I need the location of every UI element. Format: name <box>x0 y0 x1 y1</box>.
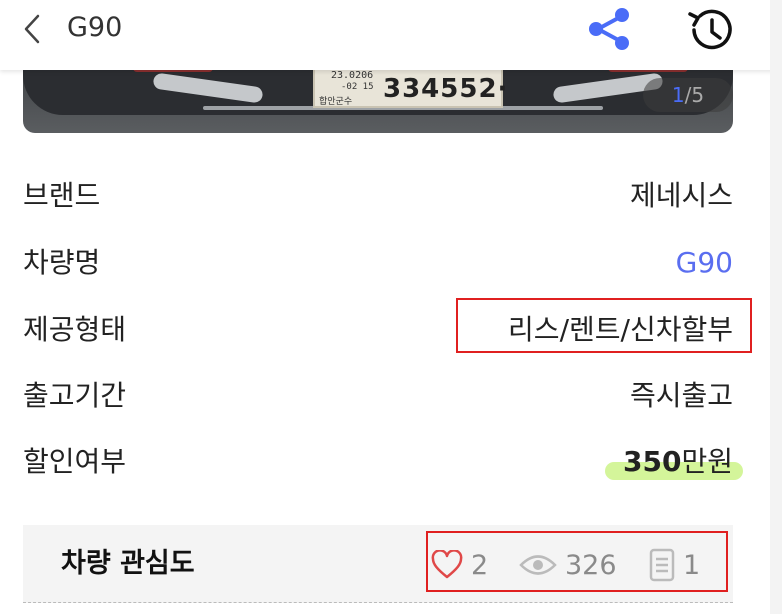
detail-row-brand: 브랜드 제네시스 <box>23 176 733 216</box>
plate-line3: 합안군수 <box>319 97 353 107</box>
delivery-value: 즉시출고 <box>629 379 733 412</box>
discount-price: 350만원 <box>605 442 743 482</box>
photo-counter-current: 1 <box>671 83 685 107</box>
detail-row-delivery: 출고기간 즉시출고 <box>23 376 733 416</box>
back-icon[interactable] <box>18 12 48 46</box>
brand-label: 브랜드 <box>23 179 101 212</box>
discount-unit: 만원 <box>681 445 733 478</box>
delivery-label: 출고기간 <box>23 379 127 412</box>
annotation-box-offer-type <box>456 298 752 353</box>
share-icon[interactable] <box>584 6 634 52</box>
interest-title: 차량 관심도 <box>61 548 195 579</box>
page-title: G90 <box>67 12 123 43</box>
photo-counter-total: 5 <box>691 83 705 107</box>
discount-amount: 350 <box>623 445 682 478</box>
discount-value: 350만원 <box>605 442 743 482</box>
app-header: G90 <box>0 0 782 70</box>
offer-type-label: 제공형태 <box>23 313 127 346</box>
model-link[interactable]: G90 <box>676 243 733 283</box>
photo-counter: 1/5 <box>643 78 733 112</box>
brand-value: 제네시스 <box>629 179 733 212</box>
detail-row-model: 차량명 G90 <box>23 243 733 283</box>
car-photo[interactable]: 23.0206 -02 15 합안군수 334552· 1/5 <box>23 60 733 133</box>
plate-line2: -02 15 <box>341 82 374 92</box>
detail-row-discount: 할인여부 350만원 <box>23 442 743 482</box>
scrollbar-track[interactable] <box>770 0 782 614</box>
model-label: 차량명 <box>23 246 101 279</box>
annotation-box-interest <box>426 531 728 592</box>
history-icon[interactable] <box>682 4 738 56</box>
plate-line1: 23.0206 <box>331 70 374 81</box>
license-plate: 23.0206 -02 15 합안군수 334552· <box>313 68 507 108</box>
plate-number: 334552· <box>383 74 509 104</box>
discount-label: 할인여부 <box>23 445 127 478</box>
